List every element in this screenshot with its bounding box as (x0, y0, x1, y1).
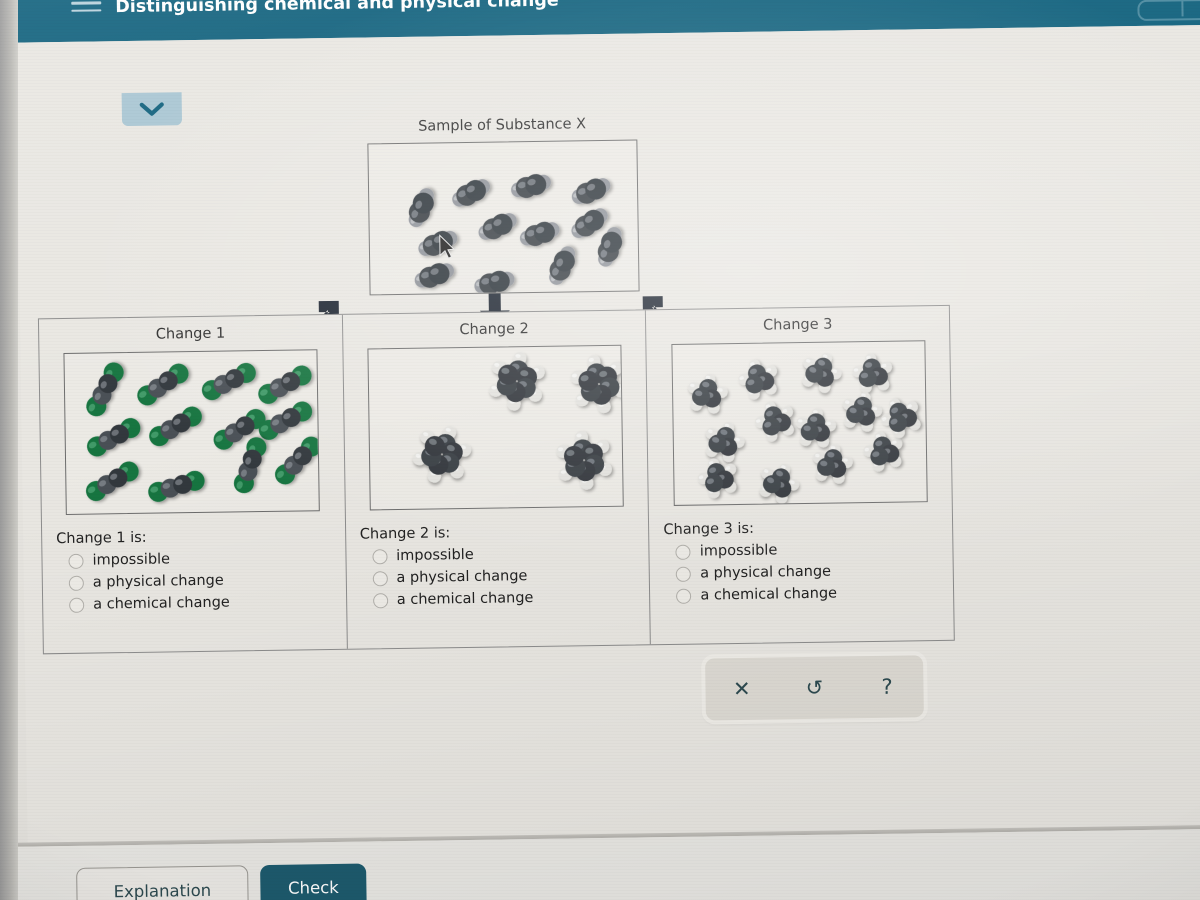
change-3-option-chemical[interactable]: a chemical change (676, 584, 953, 604)
change-column-3: Change 3 Change 3 is: impossible a physi… (645, 305, 954, 645)
change-1-option-impossible[interactable]: impossible (68, 549, 345, 569)
change-1-option-chemical[interactable]: a chemical change (69, 593, 346, 613)
help-button[interactable]: ? (865, 674, 909, 698)
tool-strip: ✕ ↺ ? (705, 655, 924, 721)
option-label: a chemical change (396, 590, 534, 609)
change-2-option-impossible[interactable]: impossible (372, 544, 649, 564)
change-3-molecule-box (671, 340, 928, 506)
radio-icon[interactable] (69, 597, 85, 613)
undo-button[interactable]: ↺ (792, 675, 836, 699)
sample-panel: Sample of Substance X (357, 115, 650, 296)
hamburger-icon[interactable] (71, 0, 102, 18)
radio-icon[interactable] (676, 566, 692, 582)
radio-icon[interactable] (68, 553, 84, 569)
clear-button[interactable]: ✕ (720, 676, 764, 700)
sample-title: Sample of Substance X (418, 116, 587, 135)
screen-photo: MEASUREMENT AND MATTER Distinguishing ch… (0, 0, 1200, 900)
sample-molecule-box (367, 139, 640, 296)
change-2-option-physical[interactable]: a physical change (372, 566, 649, 586)
change-2-title: Change 2 (459, 321, 529, 339)
change-column-1: Change 1 Change 1 is: impossible a physi… (39, 315, 347, 653)
change-1-molecule-box (63, 349, 321, 515)
option-label: impossible (699, 542, 778, 560)
page-title: Distinguishing chemical and physical cha… (115, 0, 559, 18)
change-1-question: Change 1 is: (56, 529, 147, 548)
check-button[interactable]: Check (260, 863, 367, 900)
screen-bezel (0, 0, 18, 900)
change-column-2: Change 2 Change 2 is: impossible a physi… (341, 310, 651, 649)
radio-icon[interactable] (372, 548, 388, 564)
chevron-down-icon (139, 101, 164, 116)
change-3-option-physical[interactable]: a physical change (676, 562, 953, 582)
explanation-button[interactable]: Explanation (76, 865, 249, 900)
change-2-question: Change 2 is: (359, 525, 451, 543)
radio-icon[interactable] (372, 592, 388, 608)
change-1-option-physical[interactable]: a physical change (68, 571, 346, 591)
option-label: a physical change (92, 572, 224, 591)
option-label: a physical change (700, 563, 832, 582)
radio-icon[interactable] (676, 588, 692, 604)
option-label: impossible (92, 551, 171, 569)
change-3-title: Change 3 (762, 316, 833, 334)
change-2-molecule-box (367, 344, 624, 511)
changes-panel: Change 1 Change 1 is: impossible a physi… (37, 304, 955, 655)
radio-icon[interactable] (68, 575, 84, 591)
change-3-question: Change 3 is: (663, 520, 755, 539)
option-label: a physical change (396, 568, 528, 587)
radio-icon[interactable] (372, 570, 388, 586)
change-1-title: Change 1 (155, 325, 226, 343)
collapse-toggle[interactable] (121, 92, 183, 127)
content-sheet: Sample of Substance X Change 1 Change 1 … (7, 24, 1200, 900)
option-label: a chemical change (93, 594, 230, 613)
change-3-option-impossible[interactable]: impossible (675, 540, 953, 560)
mouse-pointer-icon (438, 234, 456, 264)
change-2-option-chemical[interactable]: a chemical change (372, 588, 650, 609)
option-label: a chemical change (700, 585, 838, 604)
window-control-pill-icon[interactable] (1137, 0, 1200, 22)
radio-icon[interactable] (675, 544, 691, 560)
option-label: impossible (396, 546, 474, 565)
